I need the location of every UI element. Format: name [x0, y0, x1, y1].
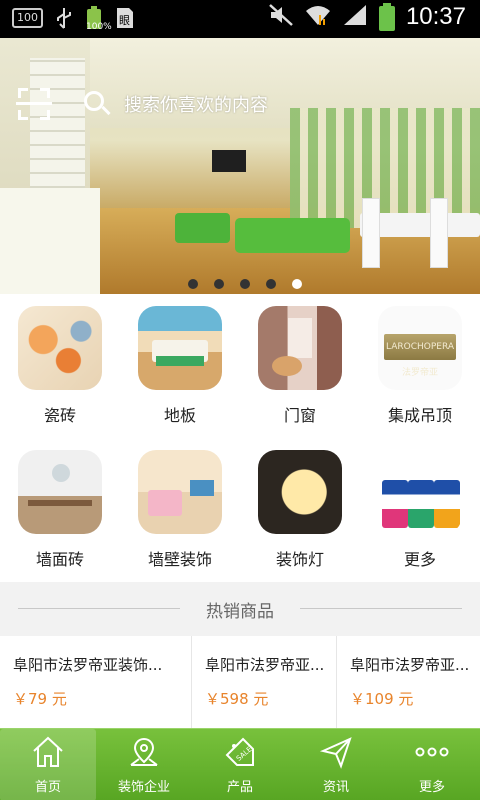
carousel-indicator [188, 279, 302, 289]
category-ceramic-tile[interactable]: 瓷砖 [0, 294, 120, 438]
tab-label: 更多 [418, 780, 445, 795]
floor-image [138, 306, 222, 390]
tab-decoration-companies[interactable]: 装饰企业 [96, 729, 192, 800]
product-name: 阜阳市法罗帝亚装饰... [13, 656, 163, 674]
mute-icon [268, 3, 294, 31]
product-price: ￥109 元 [350, 690, 414, 708]
banner-sofa-small [175, 213, 230, 243]
svg-text:眼: 眼 [119, 14, 130, 27]
hot-products-title: 热销商品 [206, 602, 274, 622]
category-label: 墙壁装饰 [147, 550, 212, 569]
tab-products[interactable]: SALE 产品 [192, 729, 288, 800]
product-price: ￥79 元 [13, 690, 67, 708]
category-grid: 瓷砖 地板 门窗 LAROCHOPERA 法罗帝亚 集成吊顶 墙面砖 墙壁装饰 … [0, 294, 480, 582]
hot-products-header: 热销商品 [0, 582, 480, 636]
sale-tag-icon: SALE [223, 735, 257, 769]
tab-home[interactable]: 首页 [0, 729, 96, 800]
more-image [378, 450, 462, 534]
battery-small-percent: 100% [86, 22, 112, 32]
bottom-tab-bar: 首页 装饰企业 SALE 产品 资讯 更多 [0, 728, 480, 800]
status-time: 10:37 [405, 3, 466, 30]
product-card[interactable]: 阜阳市法罗帝亚... ￥109 元 [337, 636, 480, 728]
scan-qr-button[interactable] [16, 88, 52, 120]
category-floor[interactable]: 地板 [120, 294, 240, 438]
more-dots-icon [415, 735, 449, 769]
status-left-icons: 100 眼 [12, 6, 135, 30]
product-price: ￥598 元 [205, 690, 269, 708]
carousel-dot[interactable] [266, 279, 276, 289]
banner-sofa-large [235, 218, 350, 253]
usb-icon [55, 6, 73, 30]
search-placeholder: 搜索你喜欢的内容 [124, 95, 268, 116]
wifi-icon [304, 3, 332, 31]
banner-chair [362, 198, 380, 268]
wall-tile-image [18, 450, 102, 534]
category-integrated-ceiling[interactable]: LAROCHOPERA 法罗帝亚 集成吊顶 [360, 294, 480, 438]
send-icon [319, 735, 353, 769]
category-label: 更多 [403, 550, 436, 569]
ceiling-brand-plate: LAROCHOPERA 法罗帝亚 [384, 334, 456, 378]
search-icon [82, 89, 112, 119]
wall-decor-image [138, 450, 222, 534]
carousel-dot-active[interactable] [292, 279, 302, 289]
category-label: 地板 [163, 406, 196, 425]
tab-label: 首页 [34, 780, 61, 795]
home-icon [31, 735, 65, 769]
battery-icon [378, 3, 396, 31]
carousel-dot[interactable] [214, 279, 224, 289]
product-name: 阜阳市法罗帝亚... [205, 656, 325, 674]
product-card[interactable]: 阜阳市法罗帝亚... ￥598 元 [192, 636, 337, 728]
status-right-icons: 10:37 [268, 3, 466, 31]
cell-signal-icon [342, 3, 368, 31]
product-name: 阜阳市法罗帝亚... [350, 656, 470, 674]
divider-line [300, 608, 462, 609]
category-more[interactable]: 更多 [360, 438, 480, 582]
category-door-window[interactable]: 门窗 [240, 294, 360, 438]
banner-chair [430, 198, 448, 268]
category-wall-decor[interactable]: 墙壁装饰 [120, 438, 240, 582]
status-bar: 100 眼 100% 10:37 [0, 0, 480, 38]
tab-label: 装饰企业 [117, 780, 170, 795]
door-window-image [258, 306, 342, 390]
category-decorative-lamp[interactable]: 装饰灯 [240, 438, 360, 582]
hot-products-list: 阜阳市法罗帝亚装饰... ￥79 元 阜阳市法罗帝亚... ￥598 元 阜阳市… [0, 636, 480, 728]
category-label: 装饰灯 [275, 550, 324, 569]
banner-cabinet [0, 188, 100, 294]
ceramic-tile-image [18, 306, 102, 390]
banner-tv [212, 150, 246, 172]
carousel-dot[interactable] [240, 279, 250, 289]
tab-news[interactable]: 资讯 [288, 729, 384, 800]
category-label: 集成吊顶 [387, 406, 452, 425]
banner-right-window [290, 108, 480, 228]
signal-strength-indicator: 100 [12, 8, 43, 28]
category-label: 瓷砖 [43, 406, 76, 425]
product-card[interactable]: 阜阳市法罗帝亚装饰... ￥79 元 [0, 636, 192, 728]
tab-label: 产品 [226, 780, 253, 795]
tab-label: 资讯 [322, 780, 349, 795]
category-label: 门窗 [283, 406, 316, 425]
hero-banner[interactable]: 搜索你喜欢的内容 [0, 38, 480, 294]
tab-more[interactable]: 更多 [384, 729, 480, 800]
category-label: 墙面砖 [35, 550, 84, 569]
category-wall-tile[interactable]: 墙面砖 [0, 438, 120, 582]
search-bar[interactable]: 搜索你喜欢的内容 [82, 86, 302, 122]
lamp-image [258, 450, 342, 534]
app-screen: 100 眼 100% 10:37 搜索你喜欢的内容 瓷砖 地板 门窗 LAROC… [0, 0, 480, 800]
map-pin-icon [127, 735, 161, 769]
carousel-dot[interactable] [188, 279, 198, 289]
ceiling-image: LAROCHOPERA 法罗帝亚 [378, 306, 462, 390]
document-icon: 眼 [115, 6, 135, 30]
